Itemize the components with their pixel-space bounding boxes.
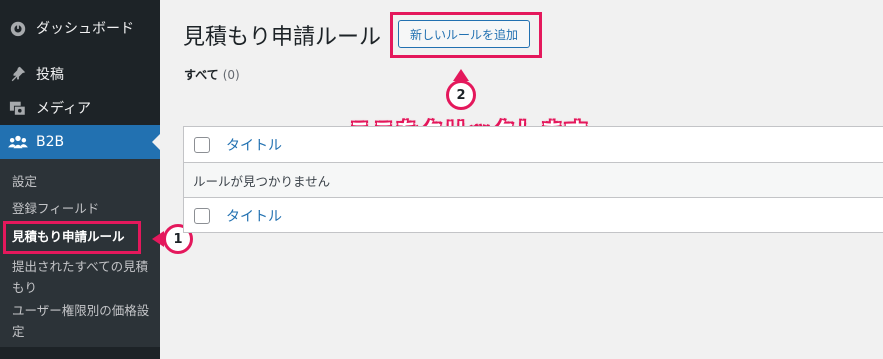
groups-icon (8, 132, 28, 152)
sidebar-item-media[interactable]: メディア (0, 91, 160, 125)
submenu-highlight-box (3, 221, 141, 254)
column-footer-title[interactable]: タイトル (226, 206, 282, 226)
table-footer-row: タイトル (184, 198, 883, 233)
empty-message: ルールが見つかりません (193, 173, 331, 189)
table-empty-row: ルールが見つかりません (184, 163, 883, 198)
select-all-checkbox-footer[interactable] (194, 207, 210, 224)
dashboard-icon (8, 18, 28, 38)
submenu-item-settings[interactable]: 設定 (12, 171, 152, 192)
table-header-row: タイトル (184, 127, 883, 163)
select-all-checkbox[interactable] (194, 136, 210, 153)
filter-all-link[interactable]: すべて (184, 68, 219, 82)
column-header-title[interactable]: タイトル (226, 135, 282, 155)
status-filter: すべて (0) (184, 66, 240, 83)
pin-icon (8, 64, 28, 84)
sidebar-item-posts[interactable]: 投稿 (0, 57, 160, 91)
submenu-item-role-pricing[interactable]: ユーザー権限別の価格設定 (12, 300, 152, 342)
submenu-item-registration-fields[interactable]: 登録フィールド (12, 198, 152, 219)
page-title: 見積もり申請ルール (183, 25, 382, 50)
sidebar-item-label: メディア (36, 101, 92, 117)
sidebar-item-label: 投稿 (36, 67, 64, 83)
add-new-rule-button[interactable]: 新しいルールを追加 (398, 20, 530, 48)
sidebar-item-dashboard[interactable]: ダッシュボード (0, 11, 160, 45)
step-2-badge: 2 (446, 80, 476, 110)
sidebar-footer (0, 347, 160, 359)
sidebar-item-label: ダッシュボード (36, 21, 134, 37)
admin-sidebar: ダッシュボード 投稿 メディア B2B 設定 登録フィールド 見積もり申請ルール… (0, 0, 160, 359)
submenu-item-submitted-quotes[interactable]: 提出されたすべての見積もり (12, 256, 152, 298)
sidebar-item-label: B2B (36, 134, 65, 150)
active-indicator (152, 134, 160, 150)
filter-count: (0) (222, 68, 240, 82)
media-icon (8, 98, 28, 118)
sidebar-item-b2b[interactable]: B2B (0, 125, 160, 159)
rules-table: タイトル ルールが見つかりません タイトル (183, 126, 883, 233)
